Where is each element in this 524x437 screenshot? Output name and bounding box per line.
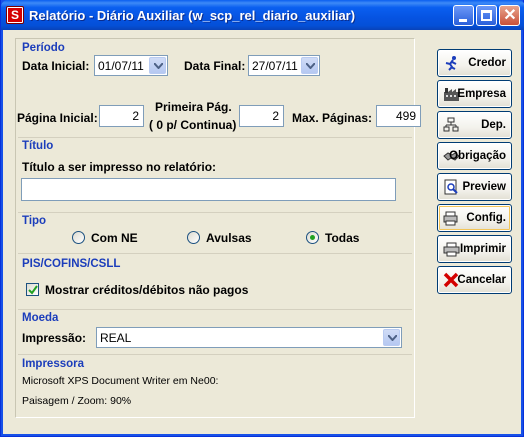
data-inicial-select[interactable]: 01/07/11 xyxy=(94,55,168,76)
title-bar[interactable]: S Relatório - Diário Auxiliar (w_scp_rel… xyxy=(1,0,524,30)
tipo-section-title: Tipo xyxy=(22,215,47,227)
pis-section-title: PIS/COFINS/CSLL xyxy=(22,258,121,270)
dep-button[interactable]: Dep. xyxy=(437,111,512,139)
data-inicial-value: 01/07/11 xyxy=(98,59,144,73)
chevron-down-icon[interactable] xyxy=(301,57,318,74)
data-final-select[interactable]: 27/07/11 xyxy=(248,55,320,76)
divider xyxy=(18,137,412,138)
pagina-inicial-label: Página Inicial: xyxy=(17,111,98,125)
data-inicial-label: Data Inicial: xyxy=(22,59,90,73)
radio-todas-label: Todas xyxy=(325,231,360,245)
maximize-icon xyxy=(481,10,492,21)
primeira-pag-input[interactable]: 2 xyxy=(239,105,284,127)
titulo-label: Título a ser impresso no relatório: xyxy=(22,160,217,174)
periodo-section-title: Período xyxy=(22,42,65,54)
impressora-section-title: Impressora xyxy=(22,358,85,370)
credor-label: Credor xyxy=(468,57,506,69)
runner-icon xyxy=(445,56,457,71)
radio-avulsas-label: Avulsas xyxy=(206,231,252,245)
close-button[interactable]: ✕ xyxy=(499,5,520,26)
impressao-label: Impressão: xyxy=(22,331,87,345)
impressora-zoom: Paisagem / Zoom: 90% xyxy=(22,395,132,407)
titulo-input[interactable] xyxy=(21,178,396,201)
moeda-section-title: Moeda xyxy=(22,312,59,324)
preview-button[interactable]: Preview xyxy=(437,173,512,201)
cancelar-button[interactable]: Cancelar xyxy=(437,266,512,294)
minimize-icon xyxy=(459,19,467,22)
radio-selected-dot xyxy=(310,235,315,240)
checkmark-icon xyxy=(28,285,38,295)
data-final-label: Data Final: xyxy=(184,59,246,73)
moeda-value: REAL xyxy=(100,331,132,345)
credor-button[interactable]: Credor xyxy=(437,49,512,77)
app-logo-icon: S xyxy=(6,6,24,24)
imprimir-label: Imprimir xyxy=(459,243,506,255)
divider xyxy=(18,354,412,355)
config-label: Config. xyxy=(466,212,506,224)
mostrar-creditos-label: Mostrar créditos/débitos não pagos xyxy=(45,283,249,297)
radio-com-ne-label: Com NE xyxy=(91,231,138,245)
preview-label: Preview xyxy=(462,181,506,193)
titulo-section-title: Título xyxy=(22,140,54,152)
obrigacao-button[interactable]: Obrigação xyxy=(437,142,512,170)
close-icon: ✕ xyxy=(503,7,517,24)
divider xyxy=(18,212,412,213)
chevron-down-icon[interactable] xyxy=(149,57,166,74)
divider xyxy=(18,309,412,310)
primeira-pag-label: Primeira Pág. xyxy=(155,100,232,114)
data-final-value: 27/07/11 xyxy=(252,59,298,73)
magnifier-page-icon xyxy=(444,179,458,195)
obrigacao-label: Obrigação xyxy=(449,150,506,162)
config-button[interactable]: Config. xyxy=(437,204,512,232)
divider xyxy=(18,253,412,254)
org-chart-icon xyxy=(443,117,459,132)
printer-settings-icon xyxy=(443,211,458,226)
imprimir-button[interactable]: Imprimir xyxy=(437,235,512,263)
dialog-window: S Relatório - Diário Auxiliar (w_scp_rel… xyxy=(0,0,524,437)
window-title: Relatório - Diário Auxiliar (w_scp_rel_d… xyxy=(29,8,356,23)
primeira-pag-sublabel: ( 0 p/ Continua) xyxy=(149,118,237,132)
maximize-button[interactable] xyxy=(476,5,497,26)
max-paginas-label: Max. Páginas: xyxy=(292,111,373,125)
impressora-name: Microsoft XPS Document Writer em Ne00: xyxy=(22,375,219,387)
max-paginas-input[interactable]: 499 xyxy=(376,105,421,127)
mostrar-creditos-checkbox[interactable] xyxy=(26,283,39,296)
radio-todas[interactable] xyxy=(306,231,319,244)
minimize-button[interactable] xyxy=(453,5,474,26)
empresa-label: Empresa xyxy=(457,88,506,100)
cancelar-label: Cancelar xyxy=(457,274,506,286)
moeda-select[interactable]: REAL xyxy=(96,327,402,348)
printer-icon xyxy=(443,242,460,257)
pagina-inicial-input[interactable]: 2 xyxy=(99,105,144,127)
radio-com-ne[interactable] xyxy=(72,231,85,244)
chevron-down-icon[interactable] xyxy=(383,329,400,346)
dep-label: Dep. xyxy=(481,119,506,131)
empresa-button[interactable]: Empresa xyxy=(437,80,512,108)
radio-avulsas[interactable] xyxy=(187,231,200,244)
